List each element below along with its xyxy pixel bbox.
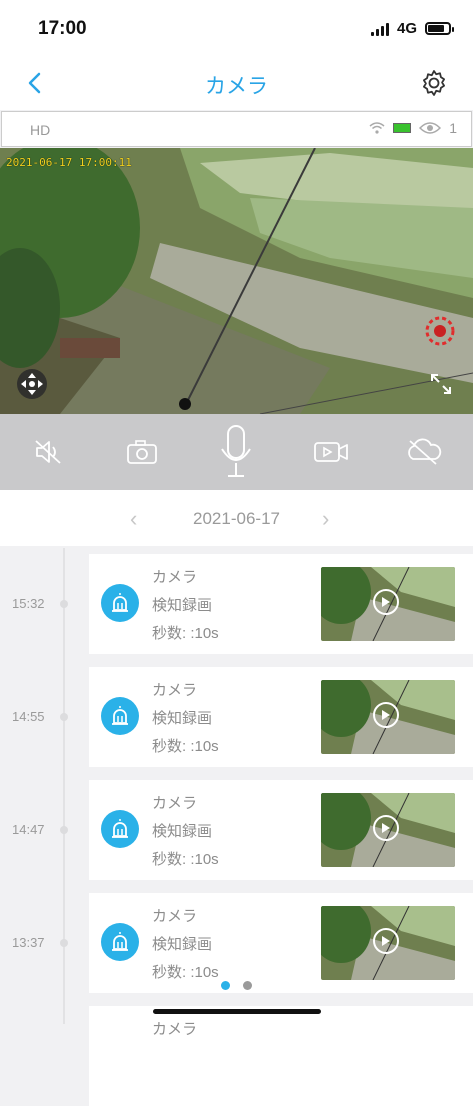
record-title: カメラ xyxy=(152,569,198,586)
record-duration: 秒数: :10s xyxy=(152,625,219,642)
page-dot-active[interactable] xyxy=(221,981,230,990)
record-card[interactable]: カメラ xyxy=(89,1006,473,1106)
record-thumbnail[interactable] xyxy=(321,906,455,980)
play-icon xyxy=(373,815,399,841)
record-duration: 秒数: :10s xyxy=(152,851,219,868)
fullscreen-button[interactable] xyxy=(429,372,453,401)
next-date-button[interactable]: › xyxy=(322,506,329,532)
control-bar xyxy=(0,414,473,490)
mute-button[interactable] xyxy=(28,428,68,476)
list-item: 14:55 カメラ 検知録画 秒数: :10s xyxy=(0,661,473,767)
network-type: 4G xyxy=(396,20,417,37)
direction-pad-icon xyxy=(17,369,47,399)
record-card[interactable]: カメラ 検知録画 秒数: :10s xyxy=(89,780,473,880)
play-icon xyxy=(373,928,399,954)
expand-icon xyxy=(431,374,451,394)
speaker-mute-icon xyxy=(35,440,61,464)
eye-icon xyxy=(419,122,442,134)
live-video[interactable]: 2021-06-17 17:00:11 xyxy=(0,148,473,414)
camera-icon xyxy=(127,440,157,464)
ptz-control-button[interactable] xyxy=(16,368,48,405)
recording-timeline: 15:32 カメラ 検知録画 秒数: :10s 14:55 カメラ 検知録画 秒… xyxy=(0,548,473,1106)
home-indicator[interactable] xyxy=(153,1009,321,1014)
record-card[interactable]: カメラ 検知録画 秒数: :10s xyxy=(89,893,473,993)
quality-toggle[interactable]: HD xyxy=(30,122,50,138)
record-thumbnail[interactable] xyxy=(321,567,455,641)
play-icon xyxy=(373,589,399,615)
timeline-dot xyxy=(60,826,68,834)
timeline-dot xyxy=(60,713,68,721)
record-time: 14:47 xyxy=(12,822,45,837)
list-item: 13:37 カメラ 検知録画 秒数: :10s xyxy=(0,887,473,993)
alarm-icon xyxy=(101,697,139,735)
list-item-partial: カメラ xyxy=(0,1000,473,1106)
camera-info-bar: HD 1 xyxy=(1,111,472,147)
record-button[interactable] xyxy=(310,428,352,476)
record-thumbnail[interactable] xyxy=(321,793,455,867)
camera-status: 1 xyxy=(369,120,457,136)
record-duration: 秒数: :10s xyxy=(152,964,219,981)
timeline-dot xyxy=(60,600,68,608)
status-icons: 4G xyxy=(370,20,454,37)
date-selector: ‹ 2021-06-17 › xyxy=(0,490,473,546)
alarm-icon xyxy=(101,810,139,848)
signal-icon xyxy=(370,22,389,36)
record-title: カメラ xyxy=(152,1021,198,1038)
cloud-off-icon xyxy=(408,438,442,465)
cloud-button[interactable] xyxy=(402,428,446,476)
status-time: 17:00 xyxy=(38,18,87,39)
video-frame xyxy=(0,148,473,414)
page-indicator xyxy=(221,981,252,990)
selected-date[interactable]: 2021-06-17 xyxy=(0,509,473,529)
wifi-icon xyxy=(369,122,385,134)
record-card[interactable]: カメラ 検知録画 秒数: :10s xyxy=(89,667,473,767)
alarm-icon xyxy=(101,923,139,961)
record-card[interactable]: カメラ 検知録画 秒数: :10s xyxy=(89,554,473,654)
record-title: カメラ xyxy=(152,682,198,699)
recording-indicator xyxy=(424,315,456,352)
record-type: 検知録画 xyxy=(152,936,213,953)
list-item: 14:47 カメラ 検知録画 秒数: :10s xyxy=(0,774,473,880)
record-time: 14:55 xyxy=(12,709,45,724)
page-title: カメラ xyxy=(205,75,268,98)
list-item: 15:32 カメラ 検知録画 秒数: :10s xyxy=(0,548,473,654)
battery-icon xyxy=(425,22,454,35)
camera-battery-icon xyxy=(393,123,412,133)
snapshot-button[interactable] xyxy=(122,428,162,476)
microphone-icon xyxy=(221,425,251,477)
timeline-dot xyxy=(60,939,68,947)
video-record-icon xyxy=(314,442,348,462)
alarm-icon xyxy=(101,584,139,622)
record-thumbnail[interactable] xyxy=(321,680,455,754)
nav-bar: カメラ xyxy=(0,58,473,110)
record-title: カメラ xyxy=(152,795,198,812)
viewer-count: 1 xyxy=(449,120,457,136)
record-type: 検知録画 xyxy=(152,597,213,614)
status-bar: 17:00 4G xyxy=(0,0,473,58)
record-time: 13:37 xyxy=(12,935,45,950)
record-time: 15:32 xyxy=(12,596,45,611)
record-type: 検知録画 xyxy=(152,710,213,727)
video-timestamp: 2021-06-17 17:00:11 xyxy=(6,156,132,169)
record-duration: 秒数: :10s xyxy=(152,738,219,755)
play-icon xyxy=(373,702,399,728)
record-gear-icon xyxy=(425,316,455,346)
talk-button[interactable] xyxy=(214,422,258,482)
page-dot[interactable] xyxy=(243,981,252,990)
gear-icon xyxy=(423,70,445,96)
record-type: 検知録画 xyxy=(152,823,213,840)
record-title: カメラ xyxy=(152,908,198,925)
settings-button[interactable] xyxy=(419,68,449,98)
